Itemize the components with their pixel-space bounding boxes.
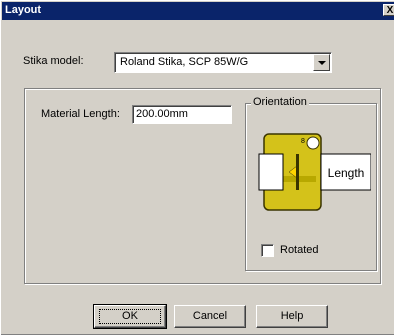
ok-button-label: OK: [122, 310, 138, 322]
dial-icon: [306, 136, 320, 150]
rotated-checkbox[interactable]: [261, 244, 274, 257]
material-length-label: Material Length:: [41, 108, 120, 120]
stika-model-value: Roland Stika, SCP 85W/G: [120, 56, 249, 68]
ok-button[interactable]: OK: [93, 304, 167, 329]
material-left-icon: [258, 153, 284, 191]
rotated-label[interactable]: Rotated: [280, 244, 319, 256]
title-bar[interactable]: Layout X: [2, 2, 394, 20]
material-length-input[interactable]: 200.00mm: [132, 105, 232, 124]
stika-model-select[interactable]: Roland Stika, SCP 85W/G: [114, 52, 332, 73]
chevron-down-icon[interactable]: [313, 54, 330, 71]
cancel-button[interactable]: Cancel: [174, 305, 246, 328]
cutter-slot: [296, 154, 299, 190]
orientation-legend: Orientation: [251, 96, 309, 108]
orientation-diagram: 8 Length: [258, 133, 371, 211]
length-label: Length: [328, 166, 365, 180]
close-button[interactable]: X: [383, 4, 394, 16]
window-title: Layout: [5, 4, 42, 16]
help-button[interactable]: Help: [256, 305, 328, 328]
svg-text:8: 8: [301, 138, 305, 145]
layout-dialog: Layout X Stika model: Roland Stika, SCP …: [0, 0, 394, 335]
stika-model-label: Stika model:: [23, 55, 84, 67]
